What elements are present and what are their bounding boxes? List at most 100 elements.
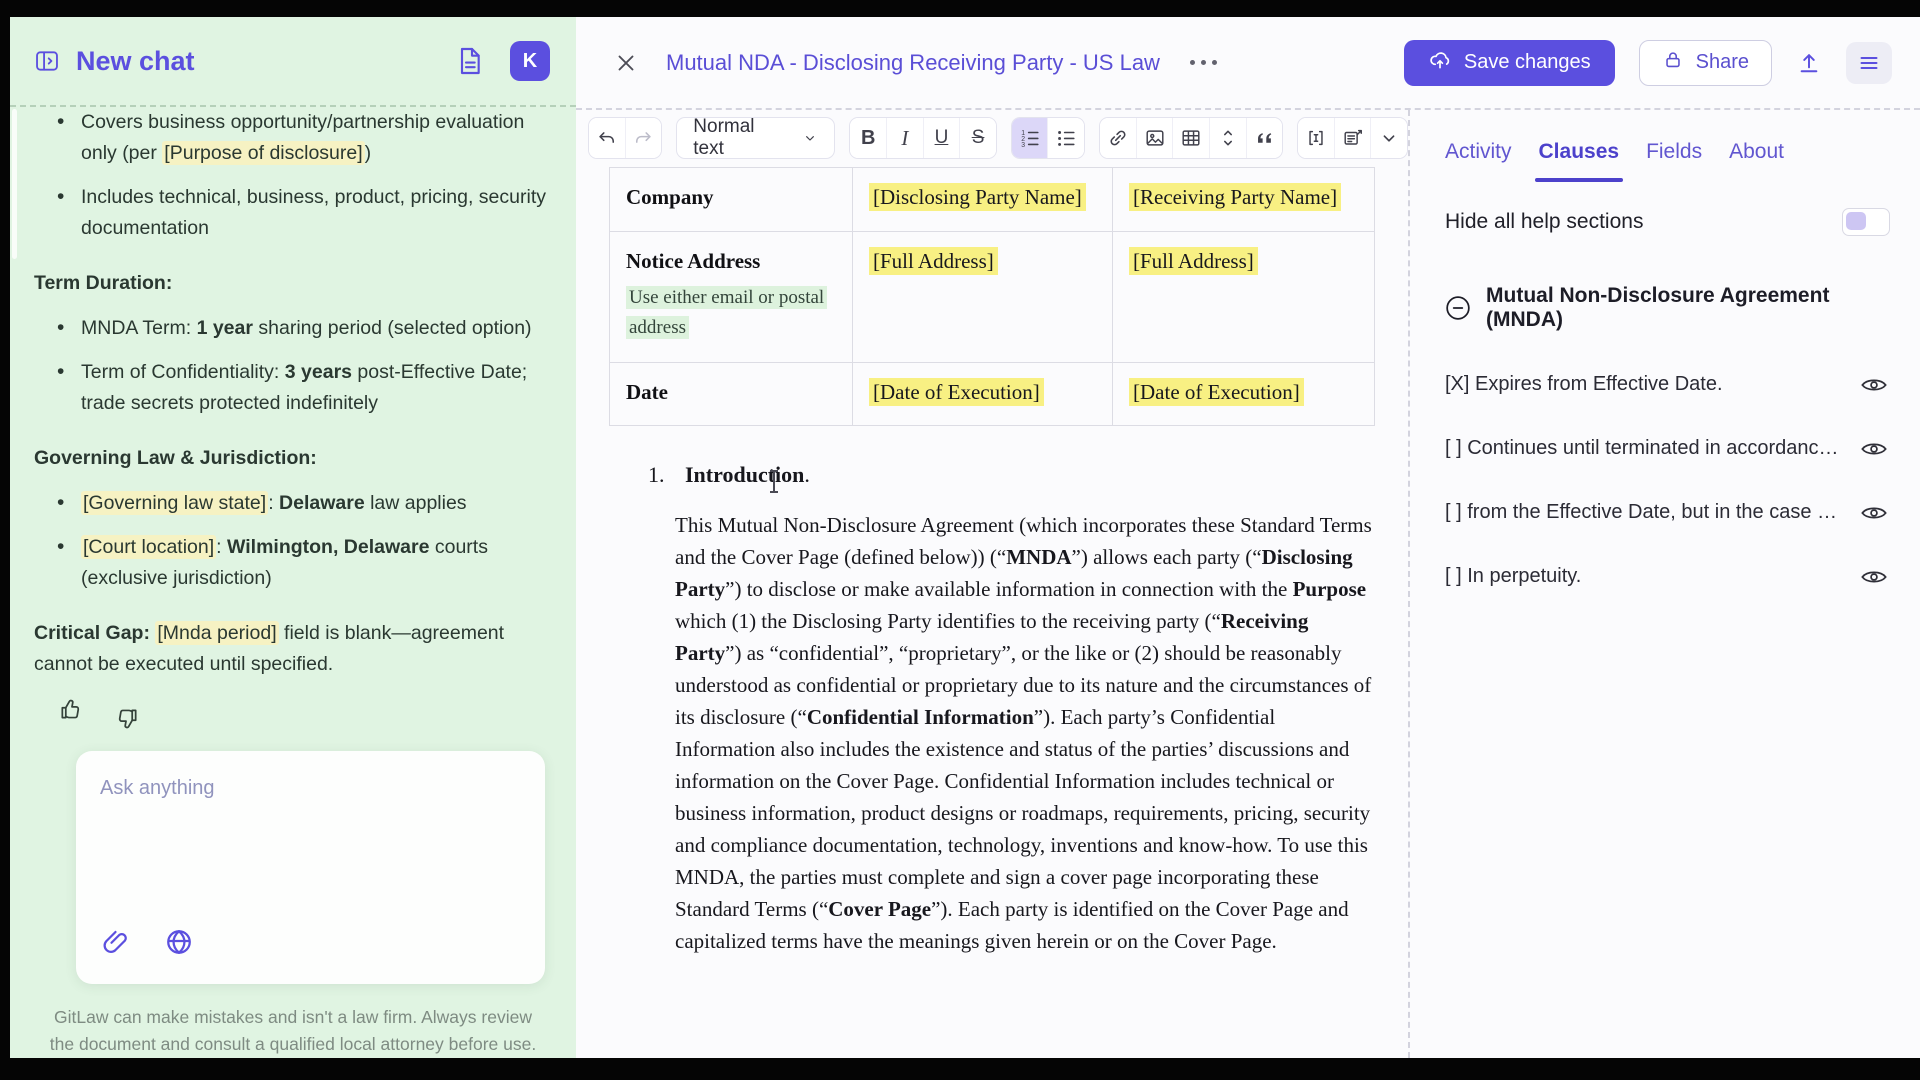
legal-disclaimer: GitLaw can make mistakes and isn't a law…	[47, 1004, 539, 1058]
avatar[interactable]: K	[510, 41, 550, 81]
field-placeholder[interactable]: [Receiving Party Name]	[1129, 183, 1341, 211]
chevron-down-icon[interactable]	[1371, 118, 1407, 158]
chat-title: New chat	[76, 46, 195, 77]
app-window: New chat K Covers business opportunity/p…	[10, 17, 1920, 1058]
sidebar-header: New chat K	[10, 17, 576, 107]
ordered-list-icon[interactable]: 123	[1012, 118, 1049, 158]
clause-stamp-icon[interactable]	[1335, 118, 1372, 158]
hide-help-label: Hide all help sections	[1445, 210, 1643, 234]
sidebar-scrollbar[interactable]	[12, 109, 17, 259]
text-field-icon[interactable]	[1298, 118, 1335, 158]
chat-input[interactable]: Ask anything	[100, 777, 521, 800]
clause-item[interactable]: [ ] In perpetuity.	[1445, 565, 1890, 588]
table-row-label[interactable]: Notice AddressUse either email or postal…	[610, 232, 853, 363]
image-icon[interactable]	[1137, 118, 1174, 158]
bold-icon[interactable]: B	[850, 118, 887, 158]
toolbar-group	[1099, 117, 1283, 159]
table-cell[interactable]: [Receiving Party Name]	[1113, 168, 1375, 232]
tab-fields[interactable]: Fields	[1646, 140, 1702, 164]
line-spacing-icon[interactable]	[1210, 118, 1247, 158]
toolbar-group	[588, 117, 662, 159]
underline-icon[interactable]: U	[924, 118, 961, 158]
save-changes-button[interactable]: Save changes	[1404, 40, 1615, 86]
main-area: Mutual NDA - Disclosing Receiving Party …	[576, 17, 1920, 1058]
thumbs-down-icon[interactable]	[114, 696, 140, 732]
tab-about[interactable]: About	[1729, 140, 1784, 164]
clause-item[interactable]: [X] Expires from Effective Date.	[1445, 373, 1890, 396]
hide-help-toggle[interactable]	[1842, 208, 1890, 236]
bullet-list-icon[interactable]	[1048, 118, 1084, 158]
lock-icon	[1662, 49, 1684, 77]
clause-group-header[interactable]: Mutual Non-Disclosure Agreement (MNDA)	[1445, 284, 1890, 332]
thumbs-up-icon[interactable]	[58, 696, 84, 732]
redo-icon[interactable]	[626, 118, 662, 158]
clause-item[interactable]: [ ] Continues until terminated in accord…	[1445, 437, 1890, 460]
italic-icon[interactable]: I	[887, 118, 924, 158]
table-cell[interactable]: [Date of Execution]	[1113, 363, 1375, 426]
clause-group-title: Mutual Non-Disclosure Agreement (MNDA)	[1486, 284, 1890, 332]
row-label-text: Date	[626, 380, 668, 404]
link-icon[interactable]	[1100, 118, 1137, 158]
hide-help-row: Hide all help sections	[1445, 208, 1890, 236]
field-placeholder[interactable]: [Date of Execution]	[869, 378, 1044, 406]
table-row: Company [Disclosing Party Name] [Receiving…	[610, 168, 1375, 232]
table-row: Notice AddressUse either email or postal…	[610, 232, 1375, 363]
panel-toggle-icon[interactable]	[34, 48, 60, 74]
field-placeholder[interactable]: [Full Address]	[1129, 247, 1258, 275]
clause-item-label: [ ] Continues until terminated in accord…	[1445, 437, 1839, 460]
field-placeholder[interactable]: [Disclosing Party Name]	[869, 183, 1086, 211]
globe-icon[interactable]	[164, 927, 194, 962]
field-placeholder[interactable]: [Date of Execution]	[1129, 378, 1304, 406]
strikethrough-icon[interactable]: S	[960, 118, 996, 158]
document-canvas[interactable]: Company [Disclosing Party Name] [Receiving…	[576, 166, 1408, 1058]
chat-heading: Governing Law & Jurisdiction:	[34, 443, 548, 474]
table-cell[interactable]: [Date of Execution]	[853, 363, 1113, 426]
eye-icon[interactable]	[1860, 503, 1888, 523]
feedback-row	[34, 680, 548, 732]
quote-icon[interactable]	[1247, 118, 1283, 158]
row-label-text: Company	[626, 185, 714, 209]
table-row: Date [Date of Execution] [Date of Executio…	[610, 363, 1375, 426]
chat-bullet: Term of Confidentiality: 3 years post-Ef…	[34, 357, 548, 419]
more-options-icon[interactable]	[1190, 60, 1217, 65]
list-number: 1.	[648, 462, 685, 488]
share-button[interactable]: Share	[1639, 40, 1772, 86]
eye-icon[interactable]	[1860, 375, 1888, 395]
clause-item-label: [ ] from the Effective Date, but in the …	[1445, 501, 1837, 524]
eye-icon[interactable]	[1860, 439, 1888, 459]
editor-toolbar: Normal text BIUS 123	[576, 110, 1408, 166]
chat-input-card[interactable]: Ask anything	[76, 751, 545, 984]
text-style-label: Normal text	[693, 116, 768, 160]
table-row-label[interactable]: Date	[610, 363, 853, 426]
upload-icon[interactable]	[1796, 50, 1822, 76]
table-row-label[interactable]: Company	[610, 168, 853, 232]
undo-icon[interactable]	[589, 118, 626, 158]
eye-icon[interactable]	[1860, 567, 1888, 587]
clause-item-label: [X] Expires from Effective Date.	[1445, 373, 1723, 396]
toolbar-group: 123	[1011, 117, 1085, 159]
document-title: Mutual NDA - Disclosing Receiving Party …	[666, 50, 1160, 76]
clause-item[interactable]: [ ] from the Effective Date, but in the …	[1445, 501, 1890, 524]
help-note: Use either email or postal address	[626, 286, 827, 339]
table-cell[interactable]: [Full Address]	[1113, 232, 1375, 363]
tab-activity[interactable]: Activity	[1445, 140, 1512, 164]
clause-list: Mutual Non-Disclosure Agreement (MNDA) […	[1445, 284, 1890, 588]
text-style-dropdown[interactable]: Normal text	[676, 117, 835, 159]
minus-circle-icon	[1445, 295, 1471, 321]
new-document-icon[interactable]	[454, 45, 486, 77]
tab-clauses[interactable]: Clauses	[1539, 140, 1620, 164]
field-placeholder[interactable]: [Full Address]	[869, 247, 998, 275]
chat-sidebar: New chat K Covers business opportunity/p…	[10, 17, 576, 1058]
toolbar-group: BIUS	[849, 117, 996, 159]
section-heading-text: Introduction.	[685, 462, 810, 488]
hamburger-menu-icon[interactable]	[1846, 42, 1892, 84]
chat-bullet: MNDA Term: 1 year sharing period (select…	[34, 313, 548, 344]
chat-bullet: Covers business opportunity/partnership …	[34, 107, 548, 169]
paperclip-icon[interactable]	[100, 927, 130, 962]
close-icon[interactable]	[614, 51, 638, 75]
table-icon[interactable]	[1173, 118, 1210, 158]
table-cell[interactable]: [Full Address]	[853, 232, 1113, 363]
panel-tabs: Activity Clauses Fields About	[1445, 140, 1890, 164]
table-cell[interactable]: [Disclosing Party Name]	[853, 168, 1113, 232]
chat-transcript: Covers business opportunity/partnership …	[10, 107, 576, 733]
